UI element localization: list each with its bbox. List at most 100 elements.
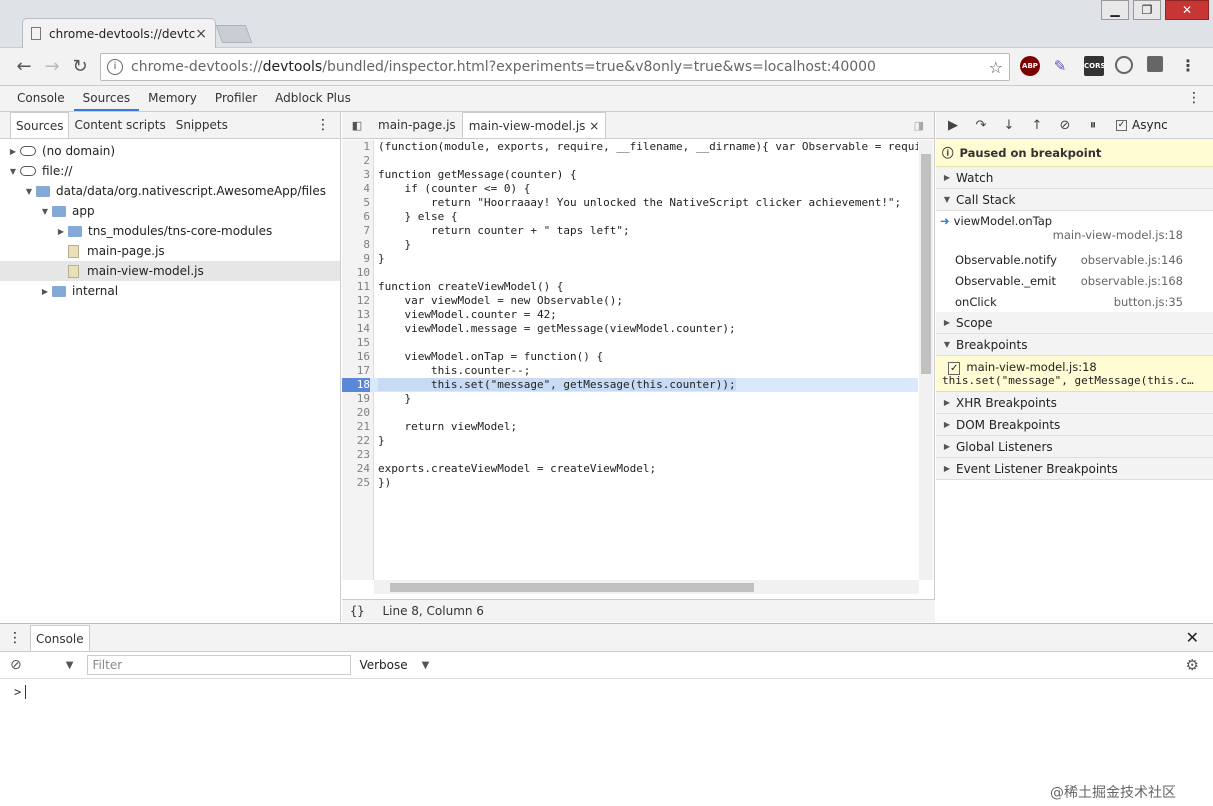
tree-item[interactable]: ▼ file://	[0, 161, 340, 181]
line-number[interactable]: 1	[342, 140, 370, 154]
tab-sources[interactable]: Sources	[73, 86, 140, 111]
console-prompt[interactable]: >	[0, 679, 1213, 699]
tree-item[interactable]: ▶ (no domain)	[0, 141, 340, 161]
pause-on-exceptions-icon[interactable]: ⏸	[1082, 118, 1104, 133]
step-out-icon[interactable]: ↑	[1026, 118, 1048, 133]
line-number[interactable]: 12	[342, 294, 370, 308]
tab-profiler[interactable]: Profiler	[206, 86, 266, 111]
bookmark-star-icon[interactable]: ☆	[989, 58, 1003, 77]
log-level-select[interactable]: Verbose	[359, 658, 407, 672]
extension-box-icon[interactable]	[1147, 56, 1163, 72]
expand-arrow-icon[interactable]: ▼	[8, 167, 18, 176]
line-number[interactable]: 9	[342, 252, 370, 266]
section-scope[interactable]: ▶ Scope	[936, 312, 1213, 334]
line-number[interactable]: 24	[342, 462, 370, 476]
line-number[interactable]: 20	[342, 406, 370, 420]
tree-item[interactable]: main-view-model.js	[0, 261, 340, 281]
code-editor[interactable]: 1 (function(module, exports, require, __f…	[342, 140, 918, 580]
call-frame[interactable]: Observable.notify observable.js:146	[936, 249, 1213, 270]
new-tab-button[interactable]	[215, 25, 253, 43]
address-bar[interactable]: i chrome-devtools://devtools/bundled/ins…	[100, 53, 1010, 81]
line-number[interactable]: 8	[342, 238, 370, 252]
navigator-tab-content-scripts[interactable]: Content scripts	[69, 112, 170, 138]
minimize-button[interactable]: ▁	[1101, 0, 1129, 20]
call-frame[interactable]: Observable._emit observable.js:168	[936, 270, 1213, 291]
section-watch[interactable]: ▶ Watch	[936, 167, 1213, 189]
editor-horizontal-scrollbar[interactable]	[374, 580, 919, 594]
browser-tab[interactable]: chrome-devtools://devtc ×	[22, 18, 216, 48]
devtools-menu-icon[interactable]: ⋮	[1187, 86, 1201, 111]
tab-memory[interactable]: Memory	[139, 86, 206, 111]
line-number[interactable]: 5	[342, 196, 370, 210]
expand-arrow-icon[interactable]: ▼	[40, 207, 50, 216]
line-number[interactable]: 4	[342, 182, 370, 196]
pretty-print-icon[interactable]: {}	[350, 604, 364, 618]
section-dom-breakpoints[interactable]: ▶ DOM Breakpoints	[936, 414, 1213, 436]
breakpoint-item[interactable]: ✓ main-view-model.js:18 this.set("message…	[936, 356, 1213, 392]
chrome-menu-icon[interactable]: ⋮	[1178, 56, 1198, 76]
tree-item[interactable]: ▼ app	[0, 201, 340, 221]
reload-icon[interactable]: ↻	[66, 56, 94, 77]
close-drawer-icon[interactable]: ✕	[1186, 628, 1199, 647]
line-number[interactable]: 25	[342, 476, 370, 490]
back-arrow-icon[interactable]: ←	[10, 56, 38, 77]
section-global-listeners[interactable]: ▶ Global Listeners	[936, 436, 1213, 458]
tree-item[interactable]: ▶ internal	[0, 281, 340, 301]
expand-arrow-icon[interactable]: ▼	[24, 187, 34, 196]
line-number[interactable]: 2	[342, 154, 370, 168]
filter-input[interactable]: Filter	[87, 655, 352, 675]
deactivate-breakpoints-icon[interactable]: ⊘	[1054, 118, 1076, 133]
navigator-tab-sources[interactable]: Sources	[10, 112, 70, 138]
maximize-button[interactable]: ❐	[1133, 0, 1161, 20]
editor-tab-close-icon[interactable]: ×	[589, 119, 599, 133]
adblock-plus-icon[interactable]: ABP	[1020, 56, 1040, 76]
extension-pen-icon[interactable]: ✎	[1050, 56, 1070, 76]
section-call-stack[interactable]: ▼ Call Stack	[936, 189, 1213, 211]
tree-item[interactable]: ▶ tns_modules/tns-core-modules	[0, 221, 340, 241]
line-number[interactable]: 22	[342, 434, 370, 448]
clear-console-icon[interactable]: ⊘	[10, 657, 22, 673]
tab-console[interactable]: Console	[8, 86, 74, 111]
async-checkbox[interactable]: ✓	[1116, 119, 1127, 131]
toggle-debugger-icon[interactable]: ◨	[914, 119, 924, 132]
line-number[interactable]: 21	[342, 420, 370, 434]
line-number[interactable]: 10	[342, 266, 370, 280]
line-number[interactable]: 19	[342, 392, 370, 406]
tab-adblock-plus[interactable]: Adblock Plus	[266, 86, 360, 111]
editor-vertical-scrollbar[interactable]	[919, 140, 933, 580]
toggle-navigator-icon[interactable]: ◧	[342, 119, 372, 132]
line-number[interactable]: 14	[342, 322, 370, 336]
cors-extension-icon[interactable]: CORS	[1084, 56, 1106, 76]
line-number[interactable]: 18	[342, 378, 370, 392]
navigator-tab-snippets[interactable]: Snippets	[171, 112, 233, 138]
expand-arrow-icon[interactable]: ▶	[56, 227, 66, 236]
line-number[interactable]: 3	[342, 168, 370, 182]
step-into-icon[interactable]: ↓	[998, 118, 1020, 133]
section-event-listener-breakpoints[interactable]: ▶ Event Listener Breakpoints	[936, 458, 1213, 480]
line-number[interactable]: 23	[342, 448, 370, 462]
resume-icon[interactable]: ▶	[942, 118, 964, 133]
info-icon[interactable]: i	[107, 59, 123, 75]
step-over-icon[interactable]: ↷	[970, 118, 992, 133]
extension-globe-icon[interactable]	[1115, 56, 1133, 74]
call-frame[interactable]: onClick button.js:35	[936, 291, 1213, 312]
forward-arrow-icon[interactable]: →	[38, 56, 66, 77]
editor-tab-main-page[interactable]: main-page.js	[372, 112, 462, 138]
tree-item[interactable]: main-page.js	[0, 241, 340, 261]
line-number[interactable]: 6	[342, 210, 370, 224]
gear-icon[interactable]: ⚙	[1186, 656, 1199, 674]
line-number[interactable]: 13	[342, 308, 370, 322]
line-number[interactable]: 17	[342, 364, 370, 378]
drawer-menu-icon[interactable]: ⋮	[0, 630, 30, 646]
tab-close-icon[interactable]: ×	[195, 26, 207, 42]
close-window-button[interactable]: ✕	[1165, 0, 1209, 20]
line-number[interactable]: 11	[342, 280, 370, 294]
tree-item[interactable]: ▼ data/data/org.nativescript.AwesomeApp/f…	[0, 181, 340, 201]
line-number[interactable]: 16	[342, 350, 370, 364]
context-dropdown-icon[interactable]: ▼	[66, 660, 74, 671]
line-number[interactable]: 7	[342, 224, 370, 238]
editor-tab-main-view-model[interactable]: main-view-model.js ×	[461, 112, 607, 138]
line-number[interactable]: 15	[342, 336, 370, 350]
log-level-dropdown-icon[interactable]: ▼	[422, 660, 430, 671]
expand-arrow-icon[interactable]: ▶	[40, 287, 50, 296]
